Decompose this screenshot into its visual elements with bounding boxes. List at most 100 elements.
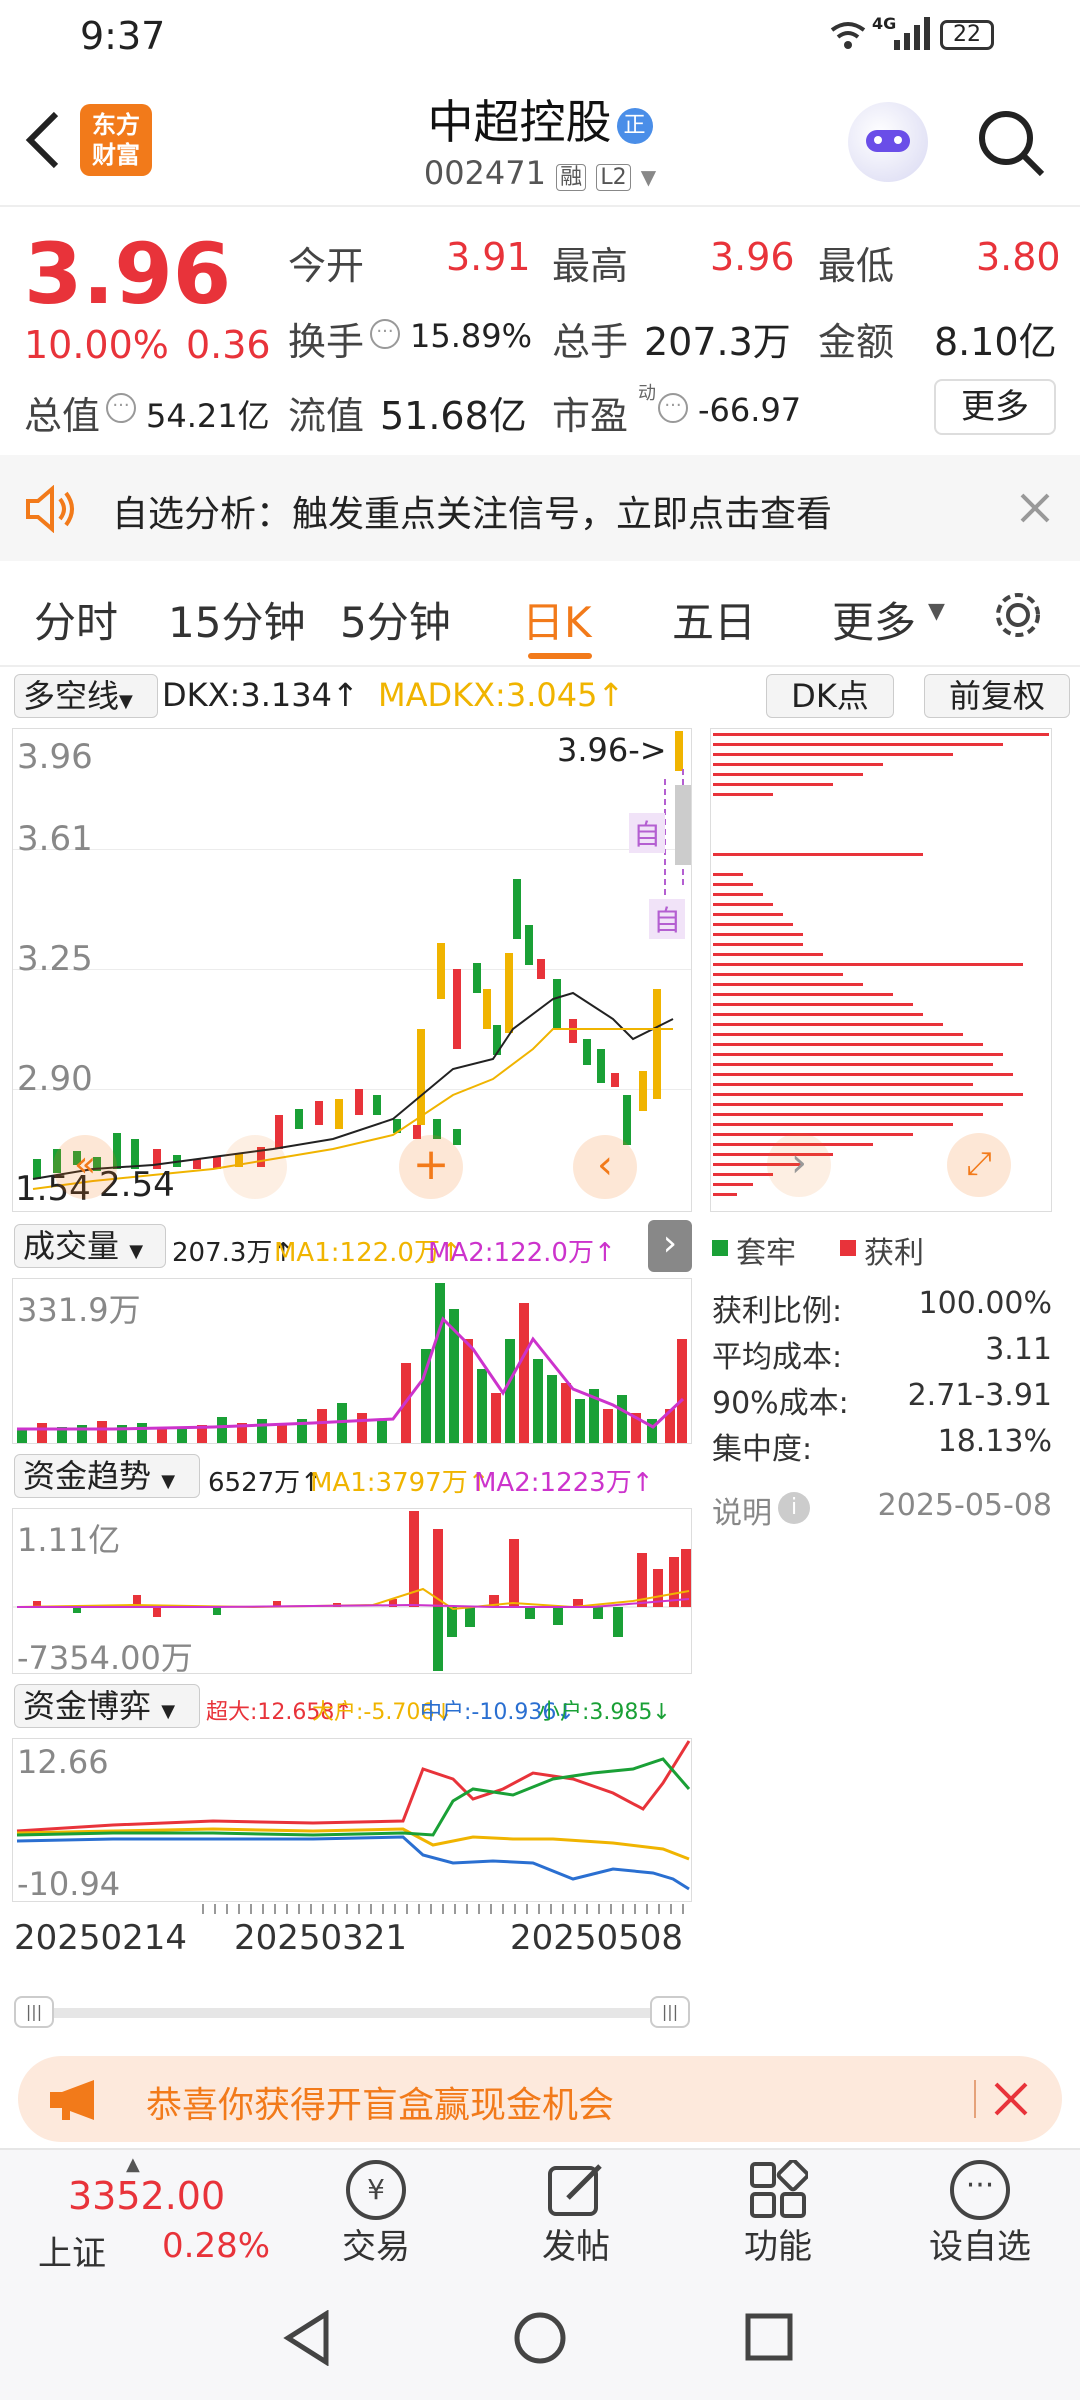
- tab-daily-k[interactable]: 日K: [522, 589, 592, 650]
- fund-trend-ma1: MA1:3797万↑: [310, 1468, 490, 1498]
- scroll-left-pad[interactable]: [223, 1135, 287, 1199]
- robot-assistant-icon[interactable]: [848, 102, 928, 182]
- stock-code: 002471: [423, 154, 546, 192]
- tab-more[interactable]: 更多: [832, 589, 916, 650]
- indicator-select[interactable]: 多空线▼: [14, 674, 158, 718]
- kline-chart[interactable]: 3.96 3.61 3.25 2.90 3.96-> 自 自 1.54 2.54…: [12, 728, 692, 1212]
- step-forward-icon[interactable]: ›: [767, 1133, 831, 1197]
- change-amount: 0.36: [186, 323, 271, 367]
- fund-game-small: 小户:3.985↓: [538, 1700, 671, 1725]
- chip-bars: [713, 733, 1049, 1196]
- close-icon[interactable]: [992, 2080, 1030, 2118]
- low-label: 最低: [818, 244, 895, 288]
- nav-add-favorite-label: 设自选: [929, 2227, 1031, 2267]
- stat-value: 18.13%: [937, 1424, 1052, 1459]
- price-tag: 3.96->: [557, 731, 667, 769]
- last-price: 3.96: [24, 225, 232, 323]
- volume-select[interactable]: 成交量 ▼: [14, 1224, 166, 1268]
- range-slider[interactable]: ||| |||: [14, 1994, 690, 2030]
- chevron-down-icon[interactable]: ▼: [641, 165, 656, 189]
- volume-chart: 331.9万: [12, 1278, 692, 1444]
- promo-bar[interactable]: 恭喜你获得开盲盒赢现金机会: [18, 2056, 1062, 2142]
- mktcap-value: 54.21亿: [146, 397, 270, 435]
- caret-down-icon: ▼: [161, 1701, 176, 1722]
- pe-superscript: 动: [638, 383, 656, 404]
- trapped-legend: 套牢: [736, 1236, 796, 1271]
- fund-game-select[interactable]: 资金博弈 ▼: [14, 1684, 200, 1728]
- system-recents-icon[interactable]: [744, 2312, 794, 2362]
- dk-point-label: DK点: [791, 677, 869, 715]
- open-value: 3.91: [446, 235, 531, 279]
- profit-legend-swatch: [840, 1240, 856, 1256]
- amount-value: 8.10亿: [934, 320, 1057, 364]
- tab-5min[interactable]: 5分钟: [340, 589, 451, 650]
- info-dots-icon[interactable]: ···: [106, 393, 136, 423]
- close-icon[interactable]: [1018, 491, 1052, 525]
- caret-down-icon[interactable]: ▼: [928, 599, 945, 624]
- step-back-icon[interactable]: ‹: [573, 1135, 637, 1199]
- caret-up-icon: ▲: [126, 2154, 140, 2175]
- system-back-icon[interactable]: [282, 2310, 332, 2366]
- pe-label: 市盈: [552, 394, 629, 438]
- amount-label: 金额: [818, 320, 895, 364]
- float-label: 流值: [288, 394, 365, 438]
- super-line: [16, 1740, 691, 1833]
- expand-icon[interactable]: ⤢: [947, 1133, 1011, 1197]
- signal-icon: [894, 17, 930, 50]
- index-name: 上证: [38, 2234, 106, 2274]
- chip-stats: 套牢 获利 获利比例: 100.00% 平均成本: 3.11 90%成本: 2.…: [710, 1226, 1060, 1531]
- profit-legend: 获利: [864, 1236, 924, 1271]
- adjust-button[interactable]: 前复权: [924, 674, 1070, 718]
- tab-15min[interactable]: 15分钟: [168, 589, 305, 650]
- slider-handle-left[interactable]: |||: [14, 1996, 54, 2028]
- volume-bars: [17, 1283, 687, 1443]
- fund-trend-chart: 1.11亿 -7354.00万: [12, 1508, 692, 1674]
- fund-trend-select[interactable]: 资金趋势 ▼: [14, 1454, 200, 1498]
- system-home-icon[interactable]: [512, 2310, 568, 2366]
- speaker-icon: [26, 485, 74, 533]
- level2-badge: L2: [596, 164, 631, 191]
- stat-label: 平均成本:: [712, 1340, 843, 1375]
- system-nav-bar: [0, 2276, 1080, 2400]
- verified-icon: 正: [616, 108, 653, 144]
- more-dots-icon: ···: [950, 2160, 1010, 2220]
- status-time: 9:37: [80, 14, 166, 58]
- search-icon[interactable]: [976, 108, 1048, 180]
- fund-game-lines: [16, 1740, 691, 1891]
- nav-post[interactable]: 发帖: [506, 2150, 646, 2278]
- info-icon[interactable]: i: [778, 1492, 810, 1524]
- stat-value: 100.00%: [918, 1286, 1052, 1321]
- change-percent: 10.00%: [24, 323, 169, 367]
- info-dots-icon[interactable]: ···: [370, 319, 400, 349]
- explain-link[interactable]: 说明: [712, 1488, 772, 1532]
- grid-icon: [750, 2160, 808, 2218]
- tab-minute[interactable]: 分时: [34, 589, 118, 650]
- slider-track: [34, 2008, 670, 2018]
- more-button[interactable]: 更多: [934, 379, 1056, 435]
- stat-label: 获利比例:: [712, 1294, 843, 1329]
- nav-functions[interactable]: 功能: [708, 2150, 848, 2278]
- tab-five-day[interactable]: 五日: [672, 589, 756, 650]
- fund-trend-bars: [13, 1511, 691, 1671]
- self-select-marker: 自: [629, 813, 666, 853]
- volume-value: 207.3万: [644, 320, 791, 364]
- nav-add-favorite[interactable]: ··· 设自选: [910, 2150, 1050, 2278]
- scroll-handle[interactable]: [675, 785, 691, 865]
- nav-trade[interactable]: ¥ 交易: [306, 2150, 446, 2278]
- index-percent: 0.28%: [162, 2226, 271, 2266]
- crosshair-icon[interactable]: +: [399, 1135, 463, 1199]
- panel-toggle-icon[interactable]: ›: [648, 1220, 692, 1272]
- low-value: 3.80: [976, 235, 1061, 279]
- index-ticker[interactable]: ▲ 3352.00 上证 0.28%: [0, 2150, 270, 2278]
- slider-handle-right[interactable]: |||: [650, 1996, 690, 2028]
- gear-icon[interactable]: [990, 587, 1046, 643]
- fund-game-header: 资金博弈 ▼ 超大:12.658↑ 大户:-5.706↓ 中户:-10.936↓…: [0, 1680, 700, 1732]
- date-axis: 20250214 20250321 20250508: [12, 1904, 692, 1968]
- dk-point-button[interactable]: DK点: [766, 674, 894, 718]
- analysis-banner[interactable]: 自选分析：触发重点关注信号，立即点击查看: [0, 455, 1080, 561]
- battery-level: 22: [953, 22, 981, 47]
- info-dots-icon[interactable]: ···: [658, 393, 688, 423]
- caret-down-icon: ▼: [161, 1471, 176, 1492]
- rewind-icon[interactable]: «: [53, 1135, 117, 1199]
- volume-header: 成交量 ▼ 207.3万↑ MA1:122.0万↑ MA2:122.0万↑ ›: [0, 1220, 700, 1272]
